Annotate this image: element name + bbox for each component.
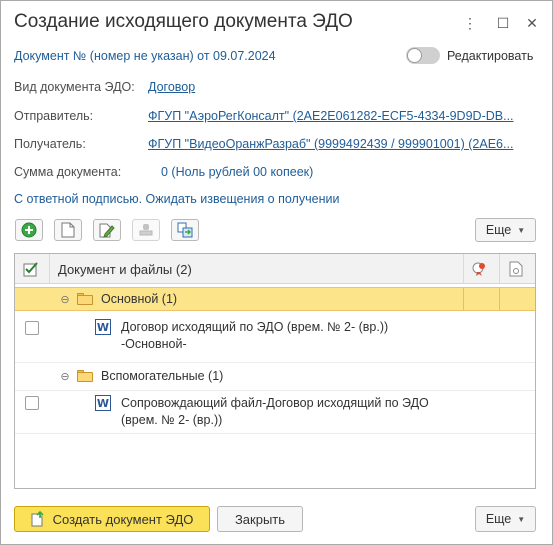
collapse-icon[interactable]: ⊖ [59, 293, 71, 306]
edit-toggle[interactable]: Редактировать [406, 47, 533, 64]
word-document-icon: W [95, 395, 111, 411]
documents-table: Документ и файлы (2) ⊖ Основной (1) W До… [14, 253, 536, 489]
chevron-down-icon: ▼ [517, 225, 526, 235]
chevron-down-icon: ▼ [517, 514, 526, 524]
group-row-main[interactable]: ⊖ Основной (1) [15, 287, 535, 311]
dialog-window: Создание исходящего документа ЭДО ⋮ ☐ ✕ … [0, 0, 553, 545]
footer-more-button[interactable]: Еще ▼ [475, 506, 536, 532]
row-checkbox[interactable] [25, 321, 39, 335]
stamp-icon [139, 224, 153, 236]
table-header: Документ и файлы (2) [15, 254, 535, 284]
attachment-column-icon[interactable] [509, 254, 523, 284]
row-checkbox[interactable] [25, 396, 39, 410]
group-label: Основной (1) [101, 292, 178, 306]
signature-column-icon[interactable] [471, 254, 487, 284]
folder-icon [77, 293, 93, 305]
toolbar-more-button[interactable]: Еще ▼ [475, 218, 536, 242]
doc-type-label: Вид документа ЭДО: [14, 80, 135, 94]
sum-value[interactable]: 0 (Ноль рублей 00 копеек) [161, 165, 313, 179]
folder-icon [77, 370, 93, 382]
sender-label: Отправитель: [14, 109, 94, 123]
window-title: Создание исходящего документа ЭДО [14, 11, 353, 32]
word-document-icon: W [95, 319, 111, 335]
sum-label: Сумма документа: [14, 165, 122, 179]
collapse-icon[interactable]: ⊖ [59, 370, 71, 383]
copy-files-icon [177, 222, 193, 238]
file-name-line2[interactable]: -Основной- [121, 336, 187, 353]
add-icon [21, 222, 37, 238]
file-name-line2[interactable]: (врем. № 2- (вр.)) [121, 412, 222, 429]
doc-type-link[interactable]: Договор [148, 80, 195, 94]
table-row[interactable]: W Договор исходящий по ЭДО (врем. № 2- (… [15, 316, 535, 358]
column-header-documents[interactable]: Документ и файлы (2) [58, 254, 192, 284]
file-name[interactable]: Сопровождающий файл-Договор исходящий по… [121, 395, 429, 412]
document-number-line: Документ № (номер не указан) от 09.07.20… [14, 49, 276, 63]
table-row[interactable]: W Сопровождающий файл-Договор исходящий … [15, 390, 535, 434]
stamp-button[interactable] [132, 219, 160, 241]
recipient-label: Получатель: [14, 137, 86, 151]
close-button[interactable]: Закрыть [217, 506, 303, 532]
footer-more-label: Еще [485, 512, 512, 526]
create-document-button[interactable]: Создать документ ЭДО [14, 506, 210, 532]
group-label: Вспомогательные (1) [101, 369, 224, 383]
new-document-icon [61, 222, 75, 238]
copy-files-button[interactable] [171, 219, 199, 241]
title-bar: Создание исходящего документа ЭДО ⋮ ☐ ✕ [1, 1, 552, 43]
select-all-checkbox[interactable] [23, 254, 45, 284]
close-icon[interactable]: ✕ [522, 13, 542, 33]
more-menu-icon[interactable]: ⋮ [460, 13, 480, 33]
create-document-label: Создать документ ЭДО [52, 511, 194, 527]
add-button[interactable] [15, 219, 43, 241]
recipient-link[interactable]: ФГУП "ВидеоОранжРазраб" (9999492439 / 99… [148, 137, 513, 151]
group-row-auxiliary[interactable]: ⊖ Вспомогательные (1) [15, 362, 535, 386]
signature-note-link[interactable]: С ответной подписью. Ожидать извещения о… [14, 192, 339, 206]
edit-toggle-label: Редактировать [447, 48, 534, 63]
create-document-icon [31, 511, 44, 527]
toggle-switch[interactable] [406, 47, 440, 64]
sender-link[interactable]: ФГУП "АэроРегКонсалт" (2AE2E061282-ECF5-… [148, 109, 514, 123]
file-name[interactable]: Договор исходящий по ЭДО (врем. № 2- (вр… [121, 319, 388, 336]
new-document-button[interactable] [54, 219, 82, 241]
edit-document-button[interactable] [93, 219, 121, 241]
toolbar-more-label: Еще [485, 223, 512, 237]
maximize-icon[interactable]: ☐ [493, 13, 513, 33]
checklist-icon [23, 262, 38, 277]
edit-document-icon [99, 223, 115, 238]
